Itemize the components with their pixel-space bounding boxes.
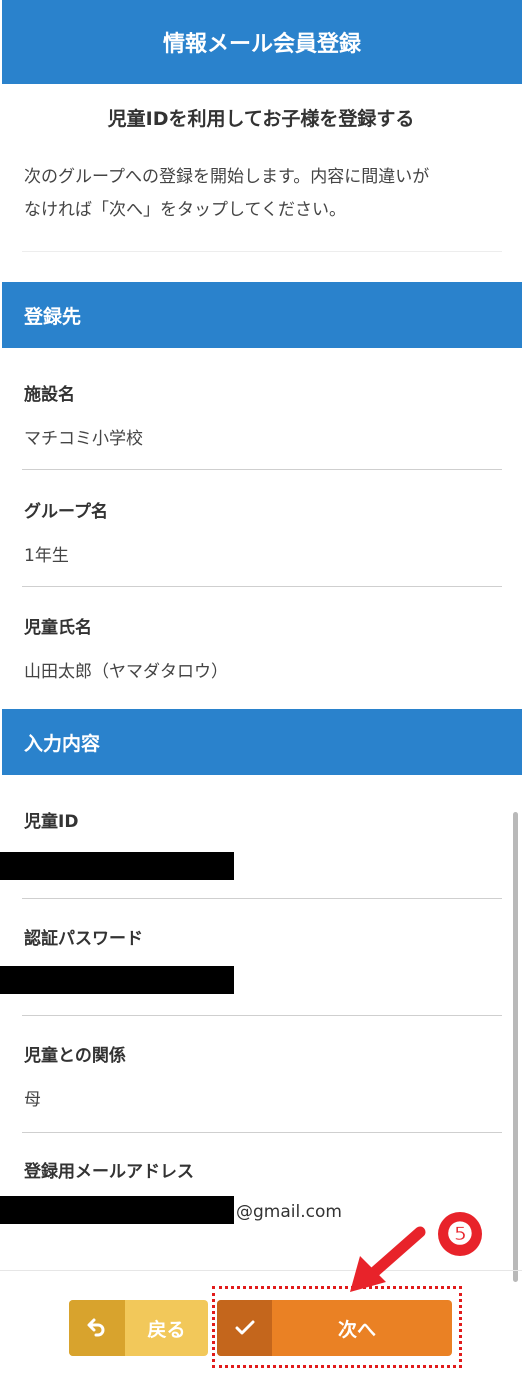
facility-value: マチコミ小学校 [24,429,143,449]
redacted-email-user [0,1196,234,1224]
intro-line-2: なければ「次へ」をタップしてください。 [24,200,346,220]
facility-label: 施設名 [24,385,75,405]
back-button[interactable]: 戻る [69,1300,208,1356]
child-name-label: 児童氏名 [24,618,92,638]
divider [22,1132,502,1133]
section-header-destination: 登録先 [2,282,522,348]
footer-divider [0,1270,522,1271]
app-header: 情報メール会員登録 [2,0,522,84]
relation-label: 児童との関係 [24,1046,126,1066]
page-title: 情報メール会員登録 [162,32,361,57]
intro-line-1: 次のグループへの登録を開始します。内容に間違いが [24,167,430,187]
divider [22,469,502,470]
group-label: グループ名 [24,502,108,522]
section-header-input: 入力内容 [2,709,522,775]
section-title: 入力内容 [24,732,101,755]
email-domain: @gmail.com [236,1202,342,1222]
relation-value: 母 [24,1090,41,1110]
redacted-password [0,966,234,994]
group-value: 1年生 [24,546,69,566]
child-name-value: 山田太郎（ヤマダタロウ） [24,662,228,682]
highlight-box [212,1286,462,1368]
back-button-label: 戻る [147,1318,186,1341]
intro-description: 次のグループへの登録を開始します。内容に間違いが なければ「次へ」をタップしてく… [24,161,502,227]
step-number-badge: ❺ [438,1212,482,1256]
pointer-arrow-icon [350,1226,426,1292]
child-id-label: 児童ID [24,812,79,832]
divider [22,1015,502,1016]
scrollbar[interactable] [513,812,518,1282]
return-arrow-icon [69,1300,125,1356]
password-label: 認証パスワード [24,929,143,949]
email-label: 登録用メールアドレス [24,1162,194,1182]
redacted-child-id [0,852,234,880]
divider [22,586,502,587]
divider [22,898,502,899]
divider [22,251,502,252]
section-title: 登録先 [24,305,82,328]
intro-subtitle: 児童IDを利用してお子様を登録する [107,108,415,130]
